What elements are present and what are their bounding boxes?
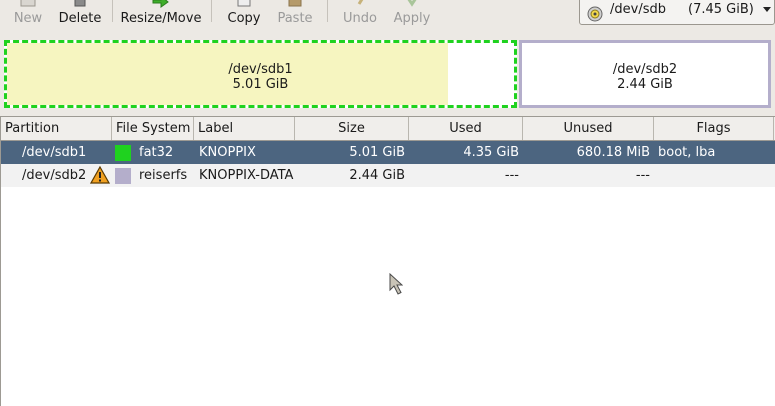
table-header: Partition File System Label Size Used Un… [1, 117, 775, 141]
warning-icon [90, 165, 110, 184]
resize-move-icon [152, 0, 169, 8]
undo-button[interactable]: Undo [338, 0, 382, 34]
unused-cell: --- [635, 168, 650, 183]
paste-icon [288, 0, 302, 7]
partition-cell: /dev/sdb2 [22, 168, 87, 183]
apply-label: Apply [393, 11, 431, 26]
delete-button[interactable]: Delete [55, 0, 105, 34]
filesystem-cell: fat32 [139, 145, 174, 160]
table-row[interactable]: /dev/sdb1 fat32 KNOPPIX 5.01 GiB 4.35 Gi… [1, 141, 775, 164]
map-partition-sdb2[interactable]: /dev/sdb2 2.44 GiB [519, 40, 771, 108]
undo-label: Undo [343, 11, 377, 26]
toolbar-separator [112, 0, 113, 22]
paste-label: Paste [277, 11, 313, 26]
toolbar-separator [327, 0, 328, 22]
filesystem-color-swatch [115, 168, 131, 184]
size-cell: 2.44 GiB [349, 168, 405, 183]
filesystem-color-swatch [115, 145, 131, 161]
delete-icon [74, 0, 86, 7]
paste-button[interactable]: Paste [273, 0, 317, 34]
table-row[interactable]: /dev/sdb2 reiserfs KNOPPIX-DATA 2.44 GiB… [1, 164, 775, 187]
partition-map: /dev/sdb1 5.01 GiB /dev/sdb2 2.44 GiB [0, 36, 775, 112]
undo-icon [357, 0, 364, 5]
device-name: /dev/sdb [610, 2, 666, 17]
flags-cell: boot, lba [658, 145, 716, 160]
unused-cell: 680.18 MiB [576, 145, 650, 160]
apply-icon [407, 0, 417, 7]
column-header-label[interactable]: Label [194, 117, 295, 140]
disk-icon [587, 6, 603, 22]
new-button[interactable]: New [6, 0, 50, 34]
column-header-partition[interactable]: Partition [1, 117, 112, 140]
partition-table: Partition File System Label Size Used Un… [0, 116, 775, 406]
filesystem-cell: reiserfs [139, 168, 188, 183]
device-selector[interactable]: /dev/sdb (7.45 GiB) [579, 0, 775, 25]
used-cell: --- [504, 168, 519, 183]
toolbar: New Delete Resize/Move Copy Paste Undo A… [0, 0, 775, 36]
map-partition-size: 5.01 GiB [232, 77, 289, 92]
partition-cell: /dev/sdb1 [22, 145, 87, 160]
column-header-size[interactable]: Size [295, 117, 409, 140]
column-header-filesystem[interactable]: File System [112, 117, 194, 140]
mouse-cursor-icon [389, 273, 403, 295]
toolbar-separator [211, 0, 212, 22]
label-cell: KNOPPIX-DATA [199, 168, 294, 183]
size-cell: 5.01 GiB [349, 145, 405, 160]
map-partition-name: /dev/sdb1 [228, 62, 293, 77]
resize-move-label: Resize/Move [120, 11, 202, 26]
used-cell: 4.35 GiB [463, 145, 519, 160]
copy-icon [237, 0, 251, 7]
map-partition-size: 2.44 GiB [617, 77, 673, 92]
new-icon [20, 0, 36, 7]
copy-label: Copy [227, 11, 261, 26]
chevron-down-icon [763, 7, 771, 12]
map-partition-sdb1[interactable]: /dev/sdb1 5.01 GiB [4, 40, 517, 108]
new-label: New [13, 11, 43, 26]
delete-label: Delete [58, 11, 102, 26]
device-size: (7.45 GiB) [688, 2, 754, 17]
apply-button[interactable]: Apply [390, 0, 434, 34]
copy-button[interactable]: Copy [222, 0, 266, 34]
map-partition-name: /dev/sdb2 [612, 62, 678, 77]
label-cell: KNOPPIX [199, 145, 256, 160]
column-header-used[interactable]: Used [409, 117, 523, 140]
column-header-flags[interactable]: Flags [654, 117, 774, 140]
column-header-unused[interactable]: Unused [523, 117, 654, 140]
resize-move-button[interactable]: Resize/Move [118, 0, 204, 34]
